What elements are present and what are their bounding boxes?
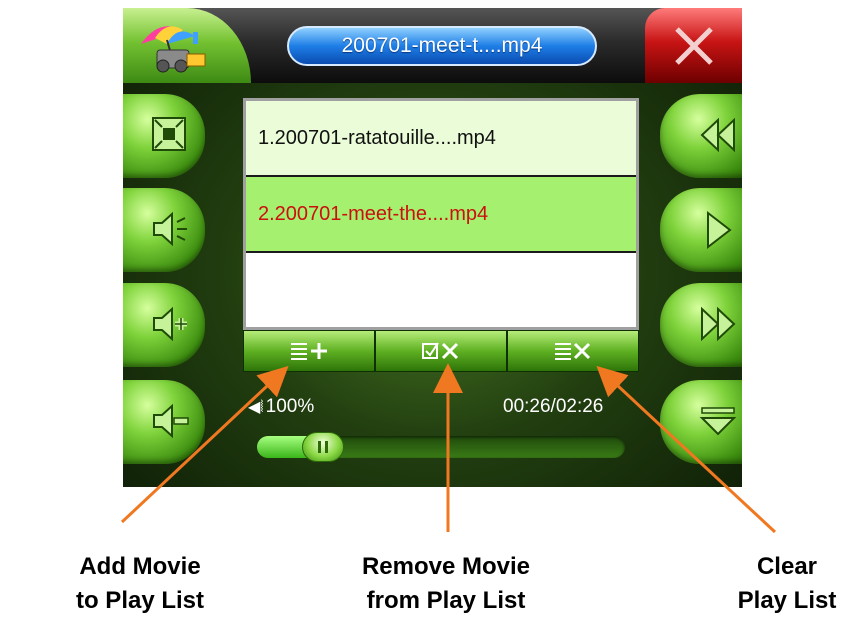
volume-value: 100% [265,396,315,417]
close-icon [675,27,713,65]
remove-checked-icon [422,342,459,360]
clear-callout-label: Clear Play List [737,553,837,614]
app-menu-button[interactable] [123,8,251,83]
volume-up-button[interactable] [123,283,205,367]
fullscreen-button[interactable] [123,94,205,178]
previous-button[interactable] [660,94,742,178]
play-button[interactable] [660,188,742,272]
time-readout: 00:26/02:26 [503,396,604,417]
clear-list-icon [555,342,591,360]
next-icon [701,306,736,342]
playlist: 1.200701-ratatouille....mp4 2.200701-mee… [243,98,639,330]
volume-down-icon [153,403,189,439]
remove-from-playlist-button[interactable]: ☑X [375,330,507,372]
menu-down-icon [699,407,737,436]
speaker-icon: ◀⦚ [248,399,264,416]
title-bar: 200701-meet-t....mp4 [123,8,742,83]
movie-camera-umbrella-icon [141,26,206,73]
media-player-window: 200701-meet-t....mp4 1.200701-ratatouill… [123,8,742,487]
add-callout-label: Add Movie to Play List [75,553,205,614]
close-button[interactable] [645,8,742,83]
progress-slider[interactable] [257,432,625,462]
playlist-item-selected[interactable]: 2.200701-meet-the....mp4 [246,177,636,253]
playlist-toolbar: ≣+ ☑X ≣X [243,330,639,372]
fullscreen-icon [152,117,186,151]
playlist-item[interactable]: 1.200701-ratatouille....mp4 [246,101,636,177]
add-list-icon [291,343,327,360]
volume-down-button[interactable] [123,380,205,464]
playlist-item-empty[interactable] [246,253,636,327]
menu-down-button[interactable] [660,380,742,464]
mute-icon [153,211,187,247]
progress-thumb[interactable] [302,432,345,462]
remove-callout-label: Remove Movie from Play List [361,553,531,614]
previous-icon [700,117,735,153]
add-to-playlist-button[interactable]: ≣+ [243,330,375,372]
volume-readout: ◀⦚ 100% [248,396,314,418]
play-icon [707,210,732,250]
next-button[interactable] [660,283,742,367]
mute-button[interactable] [123,188,205,272]
window-title: 200701-meet-t....mp4 [287,26,597,66]
volume-up-icon [153,306,187,342]
clear-playlist-button[interactable]: ≣X [507,330,639,372]
